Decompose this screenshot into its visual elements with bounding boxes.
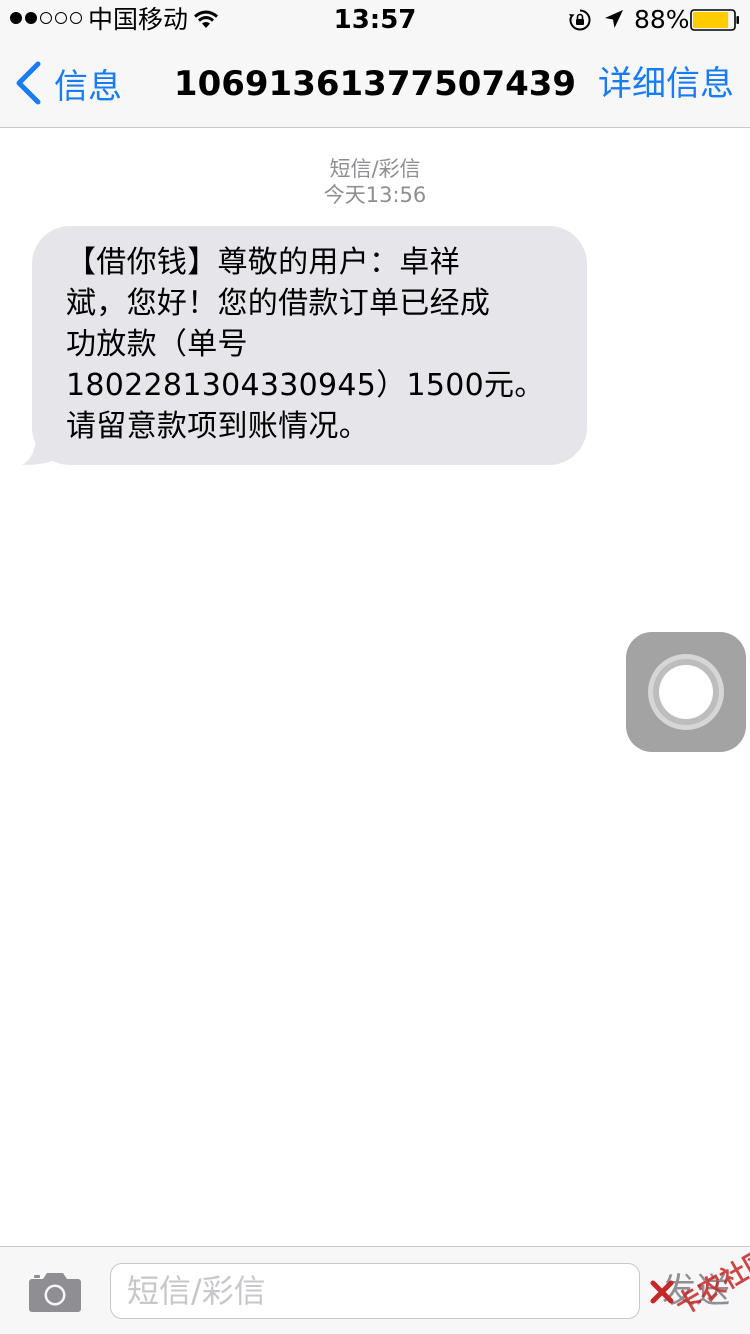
assistive-touch-ring-mid: [653, 659, 719, 725]
assistive-touch-button[interactable]: [626, 632, 746, 752]
battery-icon: [690, 9, 739, 31]
message-input-bar: 发送: [0, 1246, 750, 1334]
assistive-touch-ring-icon: [648, 654, 724, 730]
message-type-label: 短信/彩信: [329, 157, 421, 181]
message-text-input[interactable]: [110, 1263, 640, 1319]
camera-icon[interactable]: [28, 1271, 82, 1313]
message-bubble-container: 【借你钱】尊敬的用户：卓祥 斌，您好！您的借款订单已经成 功放款（单号 1802…: [22, 226, 587, 465]
navigation-bar: 信息 10691361377507439 详细信息: [0, 40, 750, 128]
rotation-lock-icon: [569, 9, 591, 31]
assistive-touch-center: [659, 665, 713, 719]
send-button[interactable]: 发送: [662, 1269, 730, 1313]
battery-fill: [693, 12, 729, 28]
sms-conversation-screen: 中国移动 13:57 88% 信息 10691361377507439 详细信息…: [0, 0, 750, 1334]
incoming-message-bubble[interactable]: 【借你钱】尊敬的用户：卓祥 斌，您好！您的借款订单已经成 功放款（单号 1802…: [32, 226, 587, 465]
message-timestamp: 今天13:56: [323, 183, 427, 207]
details-button[interactable]: 详细信息: [598, 64, 734, 104]
message-meta: 短信/彩信 今天13:56: [0, 156, 750, 208]
status-bar: 中国移动 13:57 88%: [0, 0, 750, 40]
location-arrow-icon: [605, 10, 623, 28]
battery-percent: 88%: [634, 5, 690, 34]
